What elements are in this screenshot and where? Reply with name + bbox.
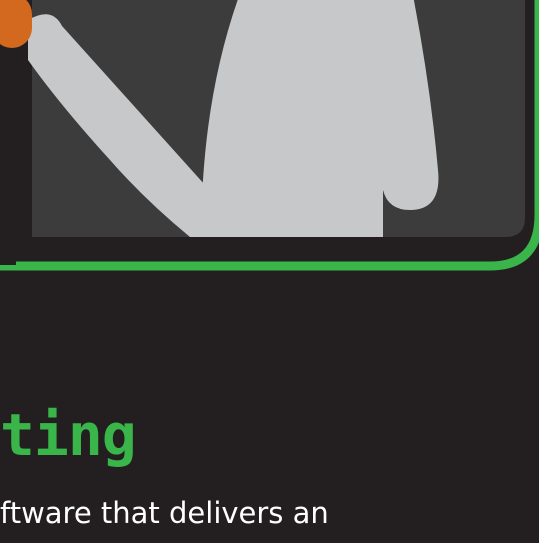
figure-torso <box>198 0 439 237</box>
section-heading: ting <box>0 401 137 469</box>
hero-illustration <box>0 0 539 280</box>
section-description: ftware that delivers an <box>0 496 329 530</box>
page: ting ftware that delivers an <box>0 0 539 543</box>
marker-pen-icon <box>0 0 32 48</box>
person-at-board-icon <box>0 0 539 271</box>
